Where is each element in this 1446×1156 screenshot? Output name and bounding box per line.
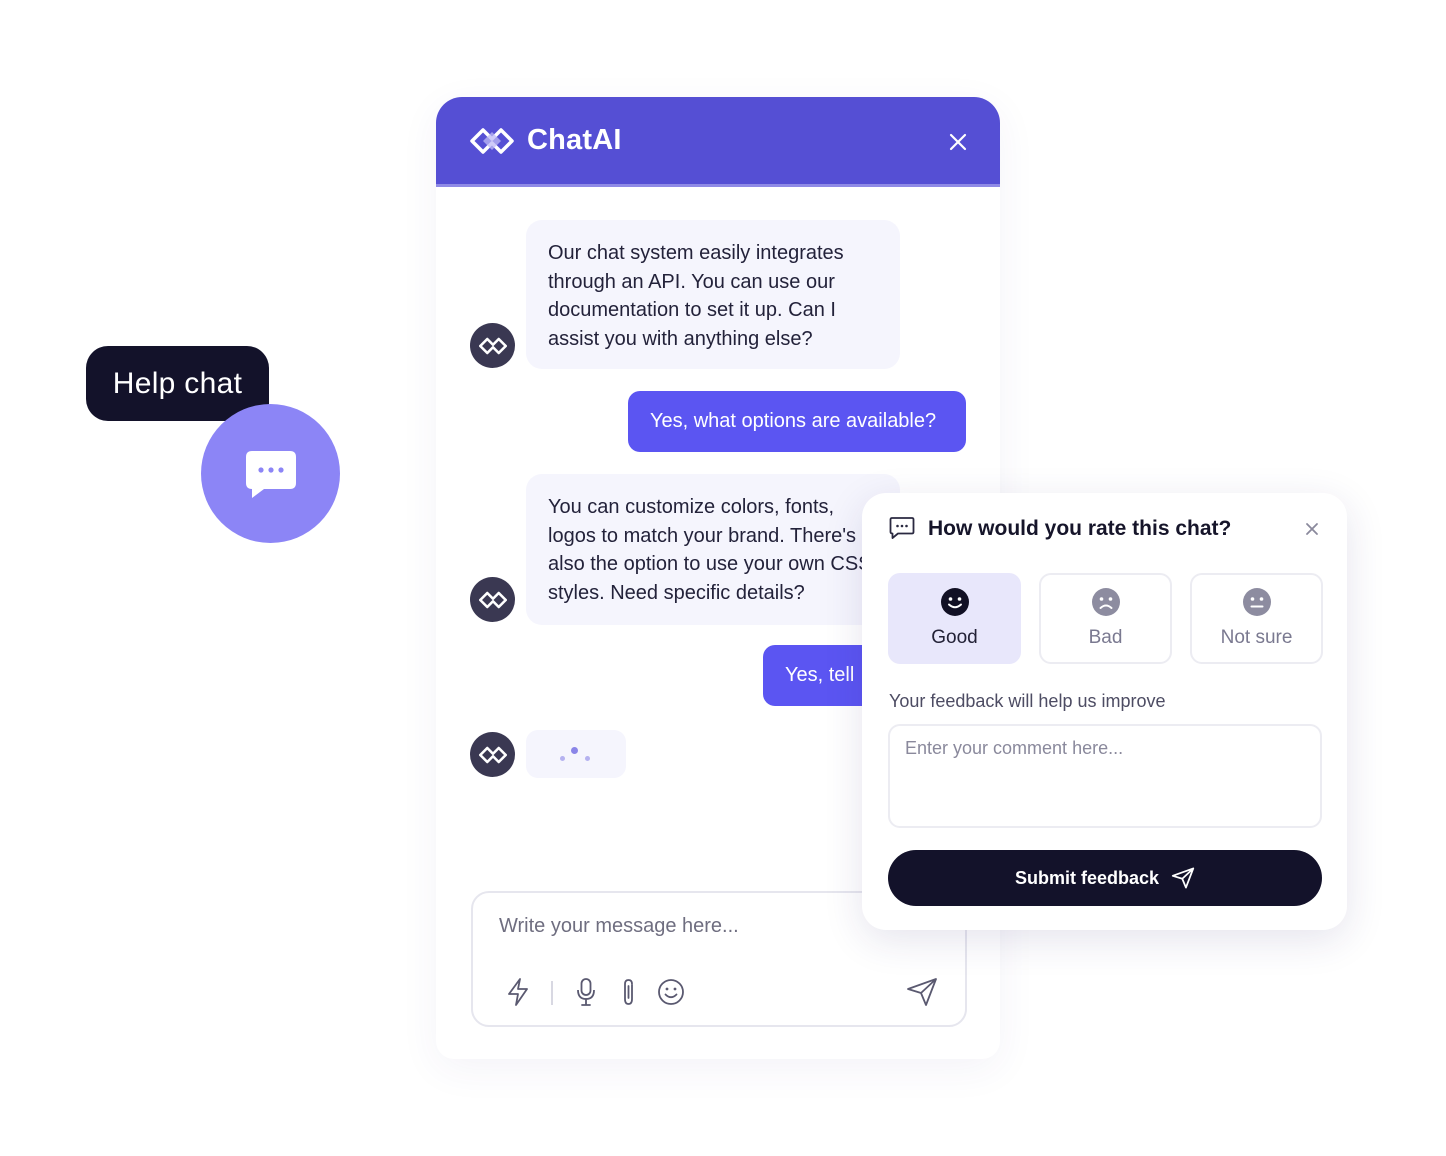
chat-launcher-button[interactable] bbox=[201, 404, 340, 543]
message-input[interactable] bbox=[499, 915, 859, 938]
submit-feedback-label: Submit feedback bbox=[1014, 867, 1160, 888]
feedback-comment-field[interactable] bbox=[888, 724, 1322, 828]
user-message: Yes, what options are available? bbox=[628, 391, 966, 452]
chatai-logo-icon bbox=[470, 126, 514, 156]
rating-good-button[interactable]: Good bbox=[888, 573, 1021, 664]
chat-brand-title: ChatAI bbox=[527, 124, 622, 156]
close-icon bbox=[1306, 523, 1318, 535]
send-icon bbox=[907, 978, 937, 1006]
help-chat-label: Help chat bbox=[112, 366, 243, 400]
neutral-face-icon bbox=[1242, 588, 1271, 616]
send-icon bbox=[1171, 867, 1195, 889]
chat-close-button[interactable] bbox=[946, 130, 970, 154]
send-message-button[interactable] bbox=[905, 976, 939, 1008]
frown-icon bbox=[1091, 588, 1120, 616]
submit-feedback-button[interactable]: Submit feedback bbox=[888, 850, 1322, 906]
rating-not-sure-button[interactable]: Not sure bbox=[1190, 573, 1323, 664]
chat-bubble-icon bbox=[245, 450, 296, 498]
rating-not-sure-label: Not sure bbox=[1220, 627, 1293, 648]
bot-logo-icon bbox=[478, 591, 507, 608]
bot-avatar bbox=[470, 577, 515, 622]
feedback-close-button[interactable] bbox=[1303, 520, 1321, 538]
typing-indicator bbox=[526, 730, 626, 778]
paperclip-icon bbox=[624, 979, 633, 1005]
bot-message: Our chat system easily integrates throug… bbox=[526, 220, 900, 369]
attach-file-button[interactable] bbox=[614, 976, 644, 1008]
feedback-hint: Your feedback will help us improve bbox=[889, 691, 1166, 711]
close-icon bbox=[949, 133, 967, 151]
emoji-button[interactable] bbox=[656, 976, 686, 1008]
microphone-icon bbox=[577, 978, 595, 1006]
bot-message: You can customize colors, fonts, logos t… bbox=[526, 474, 900, 625]
emoji-icon bbox=[658, 979, 684, 1005]
bot-logo-icon bbox=[478, 746, 507, 763]
bot-avatar bbox=[470, 732, 515, 777]
toolbar-divider bbox=[551, 981, 553, 1005]
feedback-title: How would you rate this chat? bbox=[928, 517, 1232, 540]
rating-bad-label: Bad bbox=[1088, 627, 1123, 648]
chat-header: ChatAI bbox=[436, 97, 1000, 187]
bot-avatar bbox=[470, 323, 515, 368]
comment-icon bbox=[889, 517, 915, 539]
quick-actions-button[interactable] bbox=[503, 976, 533, 1008]
lightning-icon bbox=[508, 978, 528, 1006]
rating-good-label: Good bbox=[931, 627, 978, 648]
smile-icon bbox=[940, 588, 969, 616]
feedback-card: How would you rate this chat? Good Bad N… bbox=[862, 493, 1347, 930]
rating-bad-button[interactable]: Bad bbox=[1039, 573, 1172, 664]
voice-input-button[interactable] bbox=[571, 976, 601, 1008]
bot-logo-icon bbox=[478, 337, 507, 354]
